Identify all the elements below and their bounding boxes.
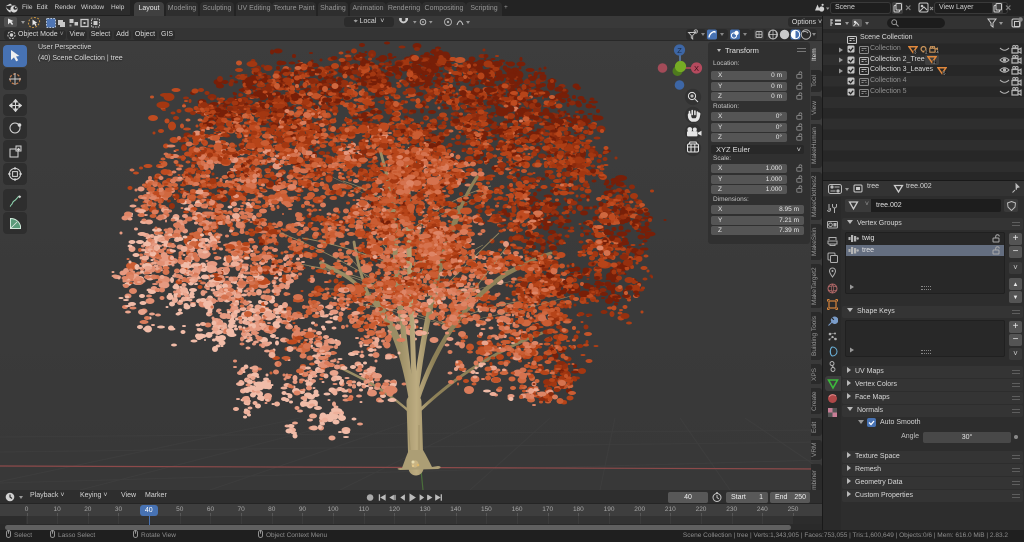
- svg-text:X: X: [694, 64, 699, 73]
- svg-text:Z: Z: [677, 46, 682, 55]
